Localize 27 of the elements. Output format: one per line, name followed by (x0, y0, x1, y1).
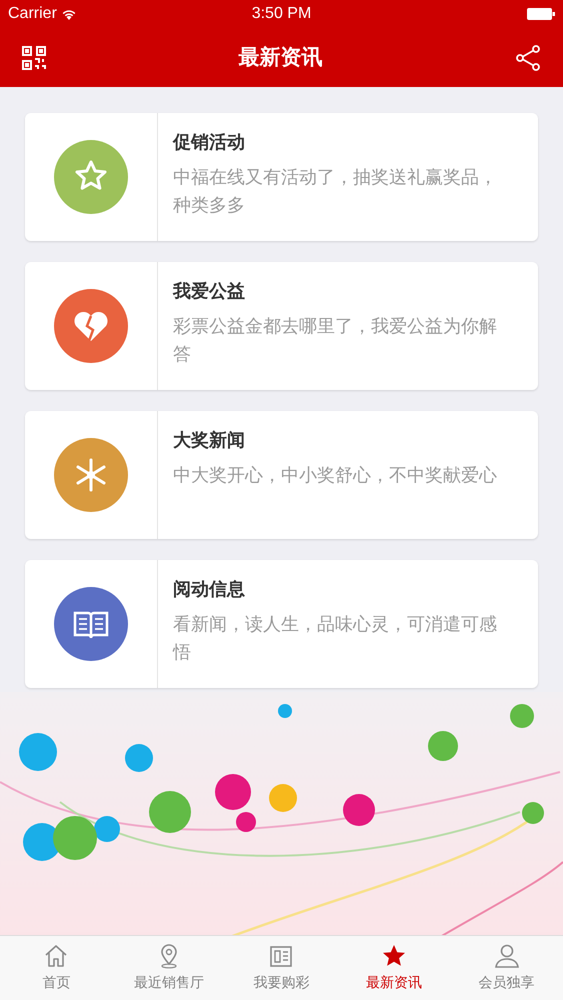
qr-code-icon[interactable] (22, 46, 46, 70)
page-title: 最新资讯 (238, 44, 322, 71)
tab-bar-item[interactable]: 首页 (0, 936, 113, 1000)
wifi-icon (60, 8, 77, 20)
user-icon (494, 943, 520, 969)
news-card[interactable]: 促销活动 中福在线又有活动了，抽奖送礼赢奖品，种类多多 (25, 113, 538, 241)
news-title: 阅动信息 (173, 578, 246, 601)
news-title: 促销活动 (173, 131, 246, 154)
news-card[interactable]: 大奖新闻 中大奖开心，中小奖舒心，不中奖献爱心 (25, 411, 538, 539)
tab-bar-item[interactable]: 最新资讯 (338, 936, 450, 1000)
tab-bar-item[interactable]: 我要购彩 (225, 936, 338, 1000)
news-title: 我爱公益 (173, 280, 246, 303)
newspaper-icon (268, 943, 294, 969)
news-description: 中福在线又有活动了，抽奖送礼赢奖品，种类多多 (173, 166, 498, 217)
news-description: 中大奖开心，中小奖舒心，不中奖献爱心 (173, 464, 497, 487)
home-icon (43, 943, 70, 969)
news-title: 大奖新闻 (173, 429, 246, 452)
carrier-name: Carrier (8, 4, 57, 24)
news-description: 看新闻，读人生，品味心灵，可消遣可感悟 (173, 613, 498, 664)
news-card[interactable]: 阅动信息 看新闻，读人生，品味心灵，可消遣可感悟 (25, 560, 538, 688)
battery-icon (527, 8, 555, 20)
share-icon[interactable] (515, 44, 541, 70)
news-card[interactable]: 我爱公益 彩票公益金都去哪里了，我爱公益为你解答 (25, 262, 538, 390)
news-description: 彩票公益金都去哪里了，我爱公益为你解答 (173, 315, 498, 366)
tab-bar-item[interactable]: 会员独享 (450, 936, 563, 1000)
clock-time: 3:50 PM (252, 5, 312, 22)
tab-bar-item[interactable]: 最近销售厅 (112, 936, 226, 1000)
